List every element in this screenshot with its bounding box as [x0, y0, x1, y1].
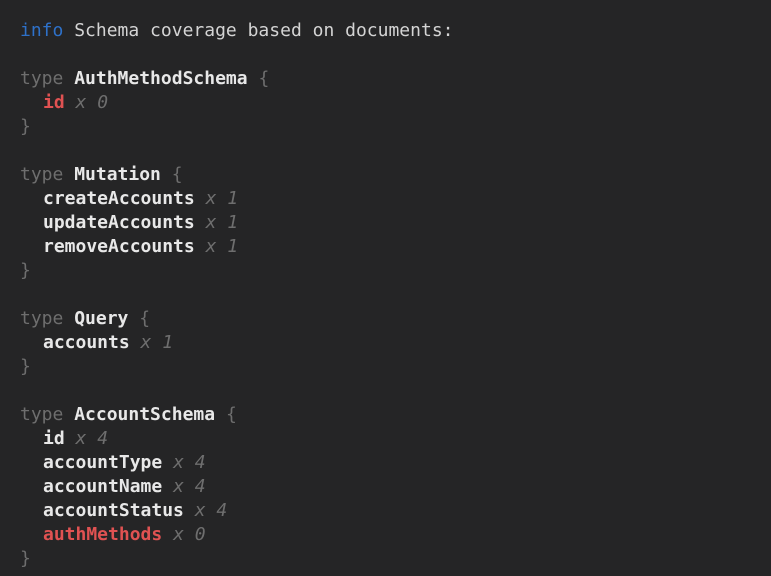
closing-brace-line: }	[20, 355, 761, 379]
field-line: accounts x 1	[20, 331, 761, 355]
closing-brace-line: }	[20, 259, 761, 283]
blank-line	[20, 283, 761, 307]
field-line: authMethods x 0	[20, 523, 761, 547]
type-declaration-line: type AccountSchema {	[20, 403, 761, 427]
open-brace: {	[172, 164, 183, 185]
field-count: x 1	[141, 332, 174, 353]
field-line: accountName x 4	[20, 475, 761, 499]
field-line: createAccounts x 1	[20, 187, 761, 211]
type-keyword: type	[20, 308, 63, 329]
field-count: x 0	[173, 524, 206, 545]
field-name: id	[43, 428, 65, 449]
field-line: removeAccounts x 1	[20, 235, 761, 259]
open-brace: {	[258, 68, 269, 89]
type-keyword: type	[20, 404, 63, 425]
terminal-output: info Schema coverage based on documents:…	[0, 0, 771, 576]
field-name: id	[43, 92, 65, 113]
field-name: accountType	[43, 452, 162, 473]
field-line: accountType x 4	[20, 451, 761, 475]
close-brace: }	[20, 116, 31, 137]
blank-line	[20, 379, 761, 403]
field-name: accounts	[43, 332, 130, 353]
field-count: x 0	[76, 92, 109, 113]
type-keyword: type	[20, 68, 63, 89]
type-name: AccountSchema	[74, 404, 215, 425]
blank-line	[20, 43, 761, 67]
type-declaration-line: type Query {	[20, 307, 761, 331]
field-name: updateAccounts	[43, 212, 195, 233]
closing-brace-line: }	[20, 547, 761, 571]
field-name: accountStatus	[43, 500, 184, 521]
closing-brace-line: }	[20, 115, 761, 139]
field-count: x 1	[206, 236, 239, 257]
field-line: updateAccounts x 1	[20, 211, 761, 235]
field-count: x 4	[173, 476, 206, 497]
info-message: Schema coverage based on documents:	[74, 20, 453, 41]
field-count: x 1	[206, 188, 239, 209]
type-name: Mutation	[74, 164, 161, 185]
field-count: x 4	[76, 428, 109, 449]
field-count: x 1	[206, 212, 239, 233]
type-declaration-line: type Mutation {	[20, 163, 761, 187]
field-line: id x 0	[20, 91, 761, 115]
type-name: Query	[74, 308, 128, 329]
info-label: info	[20, 20, 63, 41]
field-count: x 4	[173, 452, 206, 473]
type-keyword: type	[20, 164, 63, 185]
blank-line	[20, 139, 761, 163]
field-name: removeAccounts	[43, 236, 195, 257]
info-line: info Schema coverage based on documents:	[20, 19, 761, 43]
open-brace: {	[226, 404, 237, 425]
type-declaration-line: type AuthMethodSchema {	[20, 67, 761, 91]
open-brace: {	[139, 308, 150, 329]
field-name: accountName	[43, 476, 162, 497]
close-brace: }	[20, 356, 31, 377]
field-name: createAccounts	[43, 188, 195, 209]
close-brace: }	[20, 548, 31, 569]
field-line: accountStatus x 4	[20, 499, 761, 523]
field-name: authMethods	[43, 524, 162, 545]
field-line: id x 4	[20, 427, 761, 451]
type-name: AuthMethodSchema	[74, 68, 247, 89]
field-count: x 4	[195, 500, 228, 521]
close-brace: }	[20, 260, 31, 281]
